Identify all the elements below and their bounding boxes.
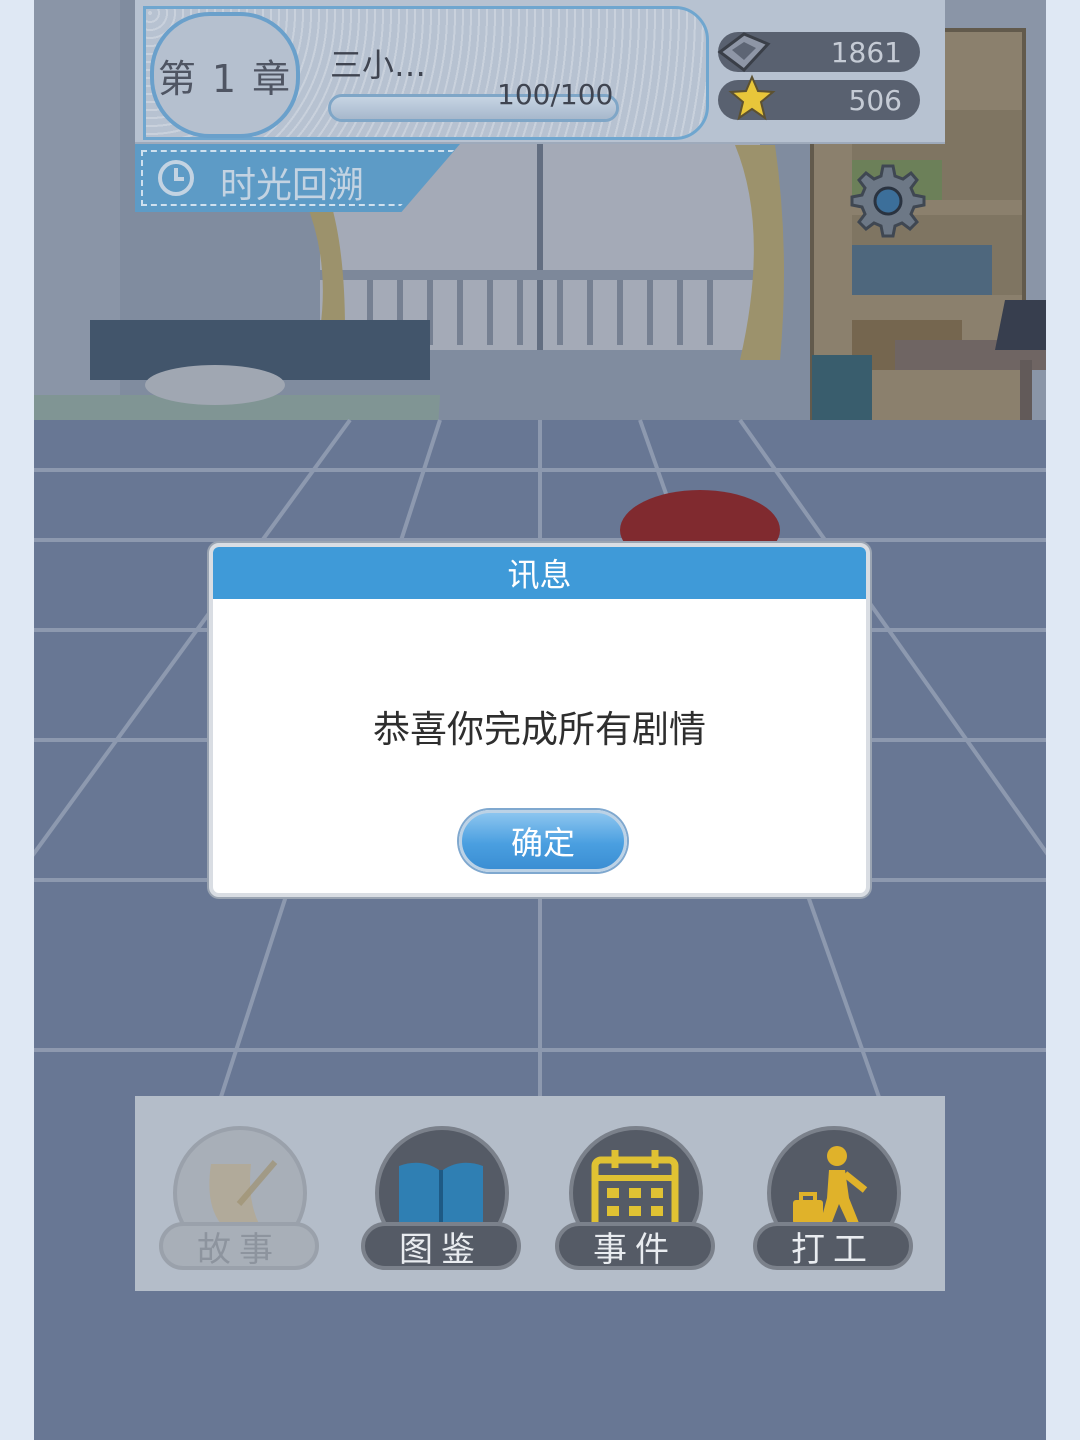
gem-count: 1861 <box>830 35 902 69</box>
nav-work-button[interactable]: 打工 <box>753 1126 913 1276</box>
clock-icon <box>158 160 194 196</box>
confirm-button[interactable]: 确定 <box>459 810 627 872</box>
nav-story-label: 故事 <box>159 1222 319 1270</box>
hp-text: 100/100 <box>497 78 614 111</box>
nav-events-button[interactable]: 事件 <box>555 1126 715 1276</box>
chapter-badge: 第 1 章 <box>150 12 300 138</box>
star-counter[interactable]: 506 <box>718 74 920 121</box>
bottom-nav: 故事 图鉴 事件 打工 <box>135 1096 945 1291</box>
star-icon <box>728 74 776 121</box>
message-dialog: 讯息 恭喜你完成所有剧情 确定 <box>209 543 870 897</box>
left-border <box>0 0 34 1440</box>
dialog-title: 讯息 <box>507 556 572 594</box>
right-border <box>1046 0 1080 1440</box>
star-count: 506 <box>848 83 902 117</box>
nav-work-label: 打工 <box>753 1222 913 1270</box>
gear-icon[interactable] <box>850 162 926 238</box>
gem-icon <box>717 32 771 73</box>
dialog-header: 讯息 <box>213 547 866 599</box>
chapter-label: 第 1 章 <box>157 56 293 101</box>
gem-counter[interactable]: 1861 <box>717 32 920 73</box>
confirm-button-label: 确定 <box>510 824 575 862</box>
nav-gallery-button[interactable]: 图鉴 <box>361 1126 521 1276</box>
dialog-message: 恭喜你完成所有剧情 <box>373 708 706 751</box>
nav-story-button[interactable]: 故事 <box>159 1126 319 1276</box>
time-rewind-label: 时光回溯 <box>220 165 365 206</box>
nav-events-label: 事件 <box>555 1222 715 1270</box>
character-name: 三小… <box>330 46 427 84</box>
nav-gallery-label: 图鉴 <box>361 1222 521 1270</box>
